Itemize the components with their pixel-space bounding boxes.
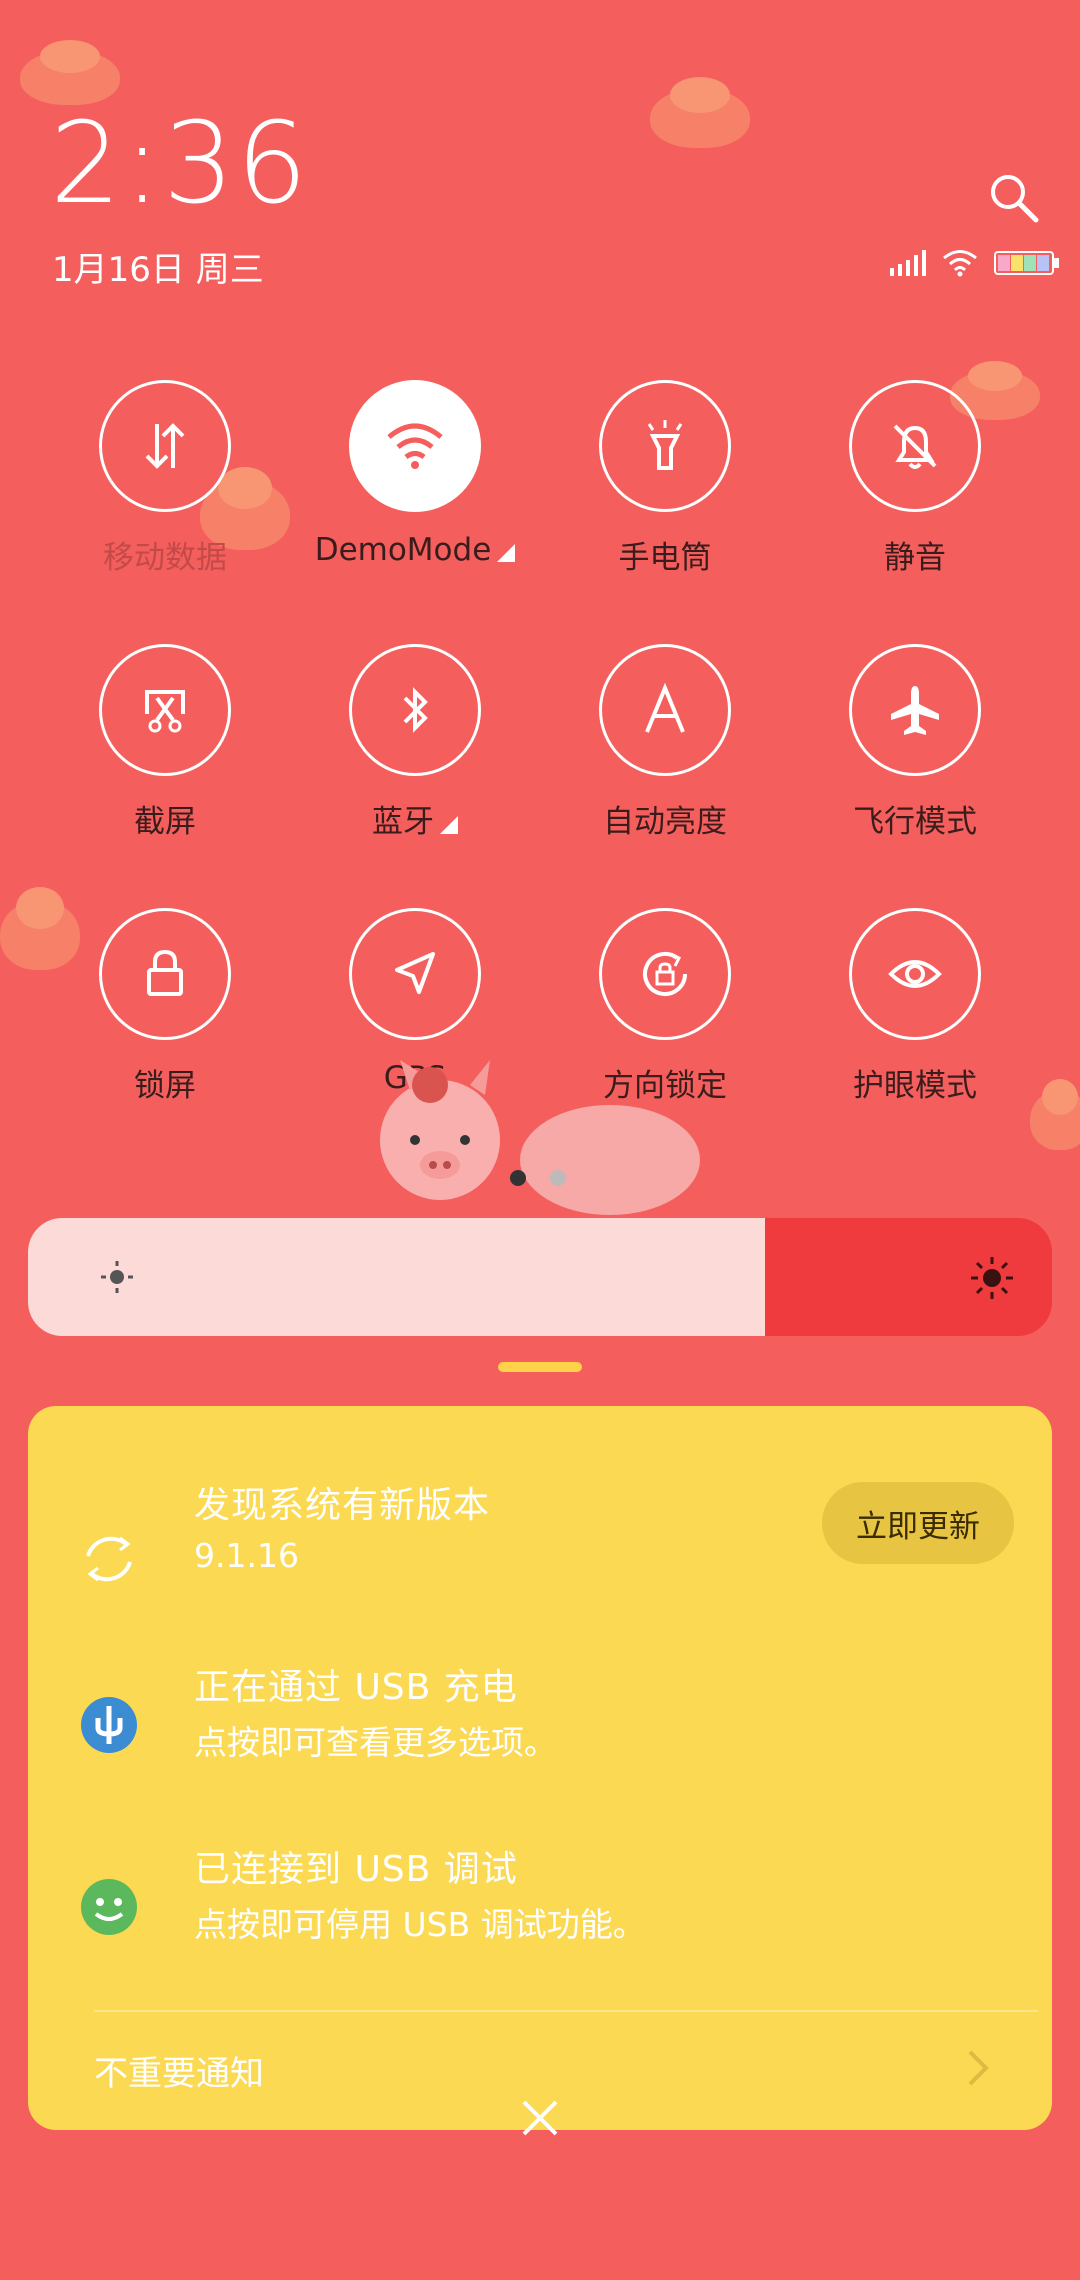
expand-triangle-icon[interactable] [440, 816, 458, 834]
toggle-silent[interactable]: 静音 [790, 380, 1040, 577]
airplane-icon [849, 644, 981, 776]
toggle-label: DemoMode [314, 532, 492, 568]
android-icon [81, 1879, 137, 1935]
brightness-fill [28, 1218, 766, 1336]
eye-icon [849, 908, 981, 1040]
toggle-eye-care[interactable]: 护眼模式 [790, 908, 1040, 1105]
toggle-label: 手电筒 [618, 540, 712, 576]
battery-icon [994, 251, 1059, 275]
pig-illustration [380, 1060, 700, 1215]
clear-all-close-icon[interactable] [512, 2090, 568, 2146]
page-dot-active[interactable] [510, 1170, 526, 1186]
toggle-lock-screen[interactable]: 锁屏 [40, 908, 290, 1105]
toggle-airplane[interactable]: 飞行模式 [790, 644, 1040, 841]
wifi-icon [349, 380, 481, 512]
toggle-label: 移动数据 [103, 540, 227, 576]
toggle-label-wrap: DemoMode [290, 532, 540, 568]
toggle-flashlight[interactable]: 手电筒 [540, 380, 790, 577]
divider [94, 2010, 1038, 2012]
toggle-wifi[interactable]: DemoMode [290, 380, 540, 568]
notification-subtitle: 点按即可查看更多选项。 [194, 1723, 557, 1762]
search-icon[interactable] [986, 170, 1042, 226]
signal-icon [890, 250, 926, 276]
notification-title: 正在通过 USB 充电 [194, 1667, 518, 1708]
chevron-right-icon[interactable] [958, 2046, 998, 2090]
clock: 2:36 [50, 99, 310, 229]
notification-panel: 发现系统有新版本 9.1.16 立即更新 正在通过 USB 充电 点按即可查看更… [28, 1406, 1052, 2130]
system-update-icon [86, 1536, 132, 1582]
toggle-label: 蓝牙 [372, 804, 434, 840]
page-indicator [510, 1170, 566, 1186]
toggle-mobile-data[interactable]: 移动数据 [40, 380, 290, 577]
screenshot-icon [99, 644, 231, 776]
drag-handle[interactable] [498, 1362, 582, 1372]
toggle-bluetooth[interactable]: 蓝牙 [290, 644, 540, 841]
toggle-label: 静音 [884, 540, 946, 576]
bluetooth-icon [349, 644, 481, 776]
auto-brightness-icon [599, 644, 731, 776]
toggle-label: 截屏 [134, 804, 196, 840]
notification-subtitle: 9.1.16 [194, 1536, 299, 1575]
location-arrow-icon [349, 908, 481, 1040]
notification-title: 已连接到 USB 调试 [194, 1849, 518, 1890]
unimportant-notifications-link[interactable]: 不重要通知 [94, 2046, 264, 2095]
brightness-high-icon [971, 1257, 1013, 1299]
flashlight-icon [599, 380, 731, 512]
wifi-icon [943, 250, 977, 277]
toggle-auto-brightness[interactable]: 自动亮度 [540, 644, 790, 841]
toggle-label: 锁屏 [134, 1068, 196, 1104]
usb-icon [81, 1697, 137, 1753]
bell-off-icon [849, 380, 981, 512]
update-now-button[interactable]: 立即更新 [822, 1482, 1014, 1564]
date: 1月16日 周三 [52, 250, 264, 290]
mobile-data-icon [99, 380, 231, 512]
toggle-label: 飞行模式 [853, 804, 977, 840]
expand-triangle-icon[interactable] [497, 544, 516, 562]
brightness-low-icon [101, 1261, 133, 1293]
toggle-label: 护眼模式 [853, 1068, 977, 1104]
brightness-slider[interactable] [28, 1218, 1052, 1336]
status-bar [890, 246, 1060, 280]
rotation-lock-icon [599, 908, 731, 1040]
lock-icon [99, 908, 231, 1040]
toggle-label: 自动亮度 [603, 804, 727, 840]
toggle-label-wrap: 蓝牙 [290, 796, 540, 841]
page-dot[interactable] [550, 1170, 566, 1186]
decorative-ingot [20, 40, 120, 105]
decorative-ingot [650, 77, 750, 148]
toggle-screenshot[interactable]: 截屏 [40, 644, 290, 841]
notification-title: 发现系统有新版本 [194, 1485, 491, 1526]
notification-subtitle: 点按即可停用 USB 调试功能。 [194, 1905, 646, 1944]
